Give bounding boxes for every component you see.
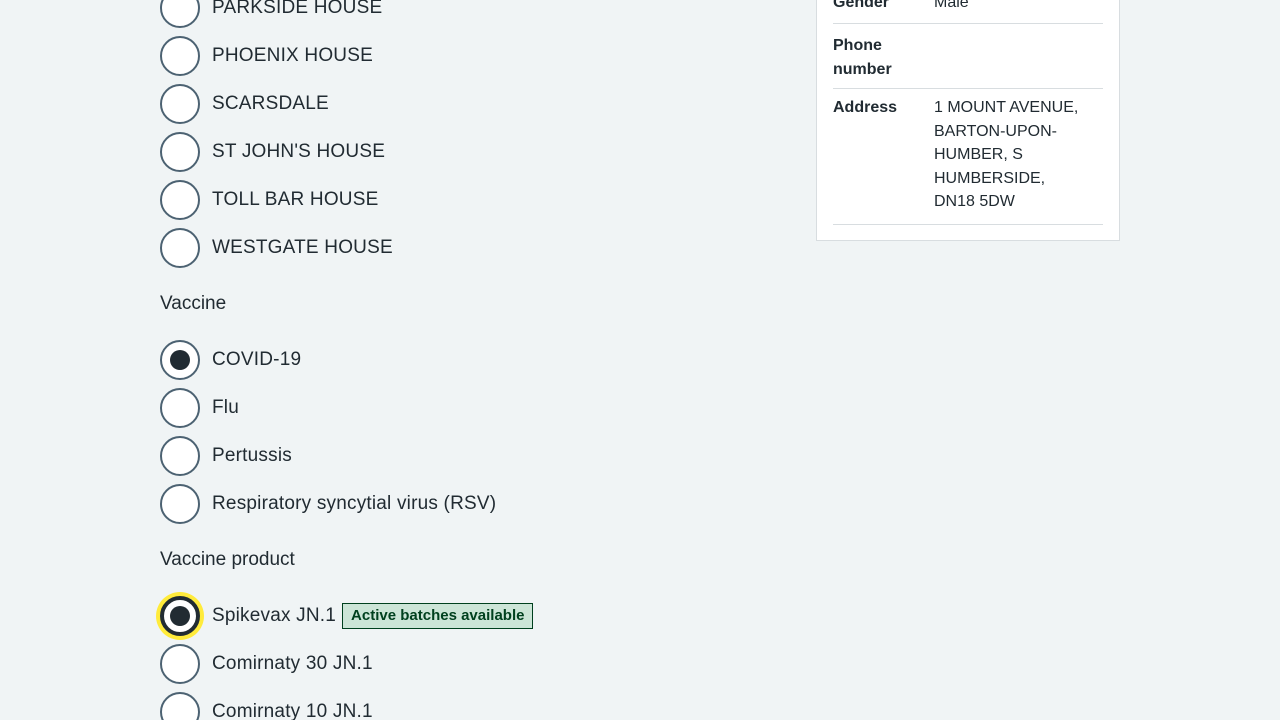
radio-label: Spikevax JN.1 — [212, 605, 337, 626]
radio-button[interactable] — [160, 644, 200, 684]
summary-key: Gender — [833, 0, 890, 11]
radio-option-phoenix-house[interactable]: PHOENIX HOUSE — [160, 36, 373, 76]
radio-button[interactable] — [160, 484, 200, 524]
radio-label: ST JOHN'S HOUSE — [212, 141, 386, 162]
radio-button[interactable] — [160, 132, 200, 172]
page: PARKSIDE HOUSE PHOENIX HOUSE SCARSDALE S… — [0, 0, 1280, 720]
radio-option-toll-bar-house[interactable]: TOLL BAR HOUSE — [160, 180, 378, 220]
active-batches-tag: Active batches available — [342, 603, 534, 629]
radio-label: Comirnaty 30 JN.1 — [212, 653, 373, 674]
radio-button[interactable] — [160, 36, 200, 76]
radio-option-pertussis[interactable]: Pertussis — [160, 436, 292, 476]
radio-option-westgate-house[interactable]: WESTGATE HOUSE — [160, 228, 393, 268]
summary-value: 1 MOUNT AVENUE, BARTON-UPON-HUMBER, S HU… — [934, 99, 1079, 210]
radio-button[interactable] — [160, 84, 200, 124]
radio-label: Pertussis — [212, 445, 292, 466]
summary-row-phone: Phone number — [833, 24, 1103, 89]
radio-button[interactable] — [160, 388, 200, 428]
vaccine-product-legend: Vaccine product — [160, 549, 295, 570]
radio-label: PARKSIDE HOUSE — [212, 0, 383, 18]
radio-option-scarsdale[interactable]: SCARSDALE — [160, 84, 329, 124]
radio-button[interactable] — [160, 692, 200, 720]
radio-label: Respiratory syncytial virus (RSV) — [212, 493, 497, 514]
radio-option-comirnaty-30-jn1[interactable]: Comirnaty 30 JN.1 — [160, 644, 373, 684]
radio-option-covid-19[interactable]: COVID-19 — [160, 340, 301, 380]
radio-label: WESTGATE HOUSE — [212, 237, 393, 258]
radio-option-flu[interactable]: Flu — [160, 388, 239, 428]
summary-value: Male — [934, 0, 969, 11]
radio-button[interactable] — [160, 228, 200, 268]
radio-label: Flu — [212, 397, 239, 418]
radio-button[interactable] — [160, 436, 200, 476]
summary-key: Address — [833, 99, 898, 116]
summary-row-address: Address 1 MOUNT AVENUE, BARTON-UPON-HUMB… — [833, 89, 1103, 225]
summary-key: Phone number — [833, 37, 892, 78]
radio-label: PHOENIX HOUSE — [212, 45, 373, 66]
radio-option-st-johns-house[interactable]: ST JOHN'S HOUSE — [160, 132, 385, 172]
radio-option-rsv[interactable]: Respiratory syncytial virus (RSV) — [160, 484, 496, 524]
radio-option-comirnaty-10-jn1[interactable]: Comirnaty 10 JN.1 — [160, 692, 373, 720]
radio-button[interactable] — [160, 596, 200, 636]
radio-option-parkside-house[interactable]: PARKSIDE HOUSE — [160, 0, 382, 28]
radio-option-spikevax-jn1[interactable]: Spikevax JN.1 Active batches available — [160, 596, 534, 636]
patient-summary-card: Gender Male Phone number Address 1 MOUNT… — [816, 0, 1120, 241]
radio-label: Comirnaty 10 JN.1 — [212, 701, 373, 720]
radio-button[interactable] — [160, 180, 200, 220]
radio-label: COVID-19 — [212, 349, 302, 370]
radio-button[interactable] — [160, 340, 200, 380]
radio-label: SCARSDALE — [212, 93, 329, 114]
radio-button[interactable] — [160, 0, 200, 28]
radio-label: TOLL BAR HOUSE — [212, 189, 379, 210]
summary-row-gender: Gender Male — [833, 0, 1103, 24]
vaccine-legend: Vaccine — [160, 293, 227, 314]
